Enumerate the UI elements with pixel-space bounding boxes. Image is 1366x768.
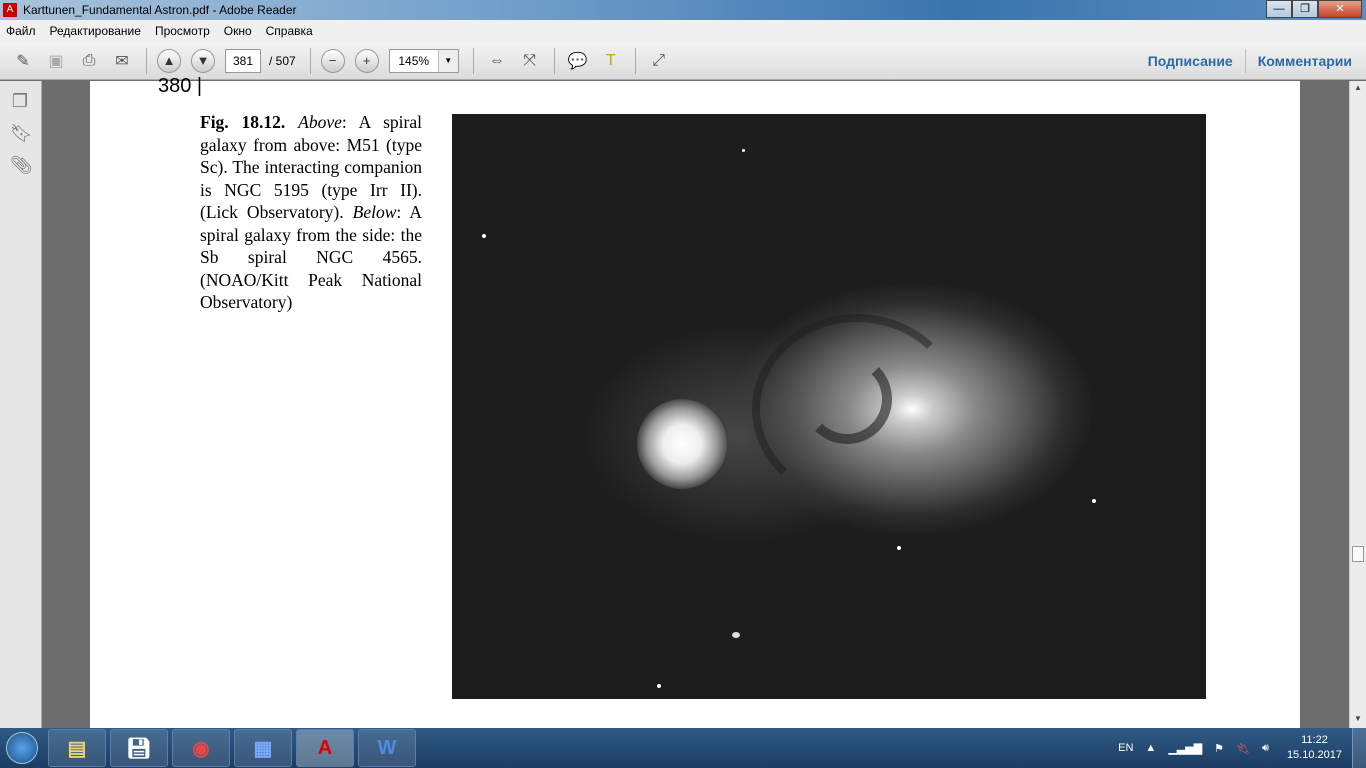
sign-tab[interactable]: Подписание xyxy=(1148,53,1233,69)
vertical-scrollbar[interactable]: ▲ ▼ xyxy=(1349,81,1366,728)
edit-pdf-icon[interactable]: ✎ xyxy=(10,48,36,74)
zoom-value: 145% xyxy=(398,53,430,68)
figure-caption: Fig. 18.12. Above: A spiral galaxy from … xyxy=(200,112,422,312)
fit-width-icon[interactable]: ⇔ xyxy=(484,48,510,74)
language-indicator[interactable]: EN xyxy=(1118,742,1133,754)
time: 11:22 xyxy=(1301,734,1328,746)
scroll-up-arrow[interactable]: ▲ xyxy=(1352,83,1364,95)
window-title: Karttunen_Fundamental Astron.pdf - Adobe… xyxy=(23,3,297,17)
menu-help[interactable]: Справка xyxy=(266,24,313,38)
comment-tab[interactable]: Комментарии xyxy=(1258,53,1352,69)
highlight-text-icon[interactable]: T xyxy=(598,48,624,74)
bookmarks-icon[interactable]: 🔖︎ xyxy=(10,123,33,145)
adobe-reader-icon: A xyxy=(3,3,17,17)
system-tray: EN ▲ ▁▃▅▇ ⚑ 🔌︎ 🔊︎ 11:22 15.10.2017 xyxy=(1106,728,1342,768)
close-button[interactable]: ✕ xyxy=(1318,0,1362,18)
save-icon[interactable]: ▣ xyxy=(43,48,69,74)
explorer-taskbar-icon[interactable]: ▤ xyxy=(48,729,106,767)
chevron-down-icon[interactable]: ▼ xyxy=(437,49,458,72)
page-total: / 507 xyxy=(269,53,296,68)
menu-window[interactable]: Окно xyxy=(224,24,252,38)
pdf-page: 380 | Fig. 18.12. Above: A spiral galaxy… xyxy=(90,75,1300,728)
divider xyxy=(146,47,147,74)
email-icon[interactable]: ✉ xyxy=(109,48,135,74)
fullscreen-icon[interactable]: ⤢ xyxy=(646,48,672,74)
scroll-down-arrow[interactable]: ▼ xyxy=(1352,714,1364,726)
menu-view[interactable]: Просмотр xyxy=(155,24,210,38)
galaxy-photo xyxy=(452,114,1206,699)
divider xyxy=(553,47,555,74)
title-bar: A Karttunen_Fundamental Astron.pdf - Ado… xyxy=(0,0,1366,20)
page-number: 380 | xyxy=(158,75,203,97)
attachments-icon[interactable]: 📎︎ xyxy=(10,155,33,177)
maximize-button[interactable]: ❐ xyxy=(1292,0,1318,18)
volume-icon[interactable]: 🔊︎ xyxy=(1262,742,1269,755)
scroll-thumb[interactable] xyxy=(1352,546,1364,562)
comment-icon[interactable]: 💬 xyxy=(565,48,591,74)
divider xyxy=(309,47,311,74)
zoom-in-button[interactable]: + xyxy=(354,48,379,73)
show-desktop-button[interactable] xyxy=(1352,728,1366,768)
divider xyxy=(472,47,474,74)
windows-logo-icon xyxy=(6,732,38,764)
minimize-button[interactable]: — xyxy=(1266,0,1292,18)
chrome-taskbar-icon[interactable]: ◉ xyxy=(172,729,230,767)
menu-edit[interactable]: Редактирование xyxy=(50,24,141,38)
zoom-select[interactable]: 145% ▼ xyxy=(388,48,459,73)
action-center-flag-icon[interactable]: ⚑ xyxy=(1214,742,1224,755)
network-icon[interactable]: ▁▃▅▇ xyxy=(1168,742,1202,755)
show-hidden-icons[interactable]: ▲ xyxy=(1145,742,1156,754)
print-icon[interactable]: ⎙ xyxy=(76,48,102,74)
save-app-taskbar-icon[interactable]: 💾︎ xyxy=(110,729,168,767)
page-number-input[interactable]: 381 xyxy=(225,48,261,73)
clock[interactable]: 11:22 15.10.2017 xyxy=(1287,733,1342,763)
divider xyxy=(634,47,636,74)
zoom-out-button[interactable]: − xyxy=(320,48,345,73)
power-icon[interactable]: 🔌︎ xyxy=(1236,742,1250,755)
previous-page-button[interactable]: ▲ xyxy=(157,48,181,73)
menu-file[interactable]: Файл xyxy=(6,24,36,38)
page-thumbnails-icon[interactable]: ❐ xyxy=(10,91,30,113)
menu-bar: Файл Редактирование Просмотр Окно Справк… xyxy=(0,20,1366,42)
navigation-panel: ❐ 🔖︎ 📎︎ xyxy=(0,81,42,728)
app-taskbar-icon[interactable]: ▦ xyxy=(234,729,292,767)
date: 15.10.2017 xyxy=(1286,749,1342,761)
adobe-reader-taskbar-icon[interactable]: A xyxy=(296,729,354,767)
fit-page-icon[interactable]: ⤧ xyxy=(517,48,543,74)
start-button[interactable] xyxy=(0,728,44,768)
next-page-button[interactable]: ▼ xyxy=(191,48,215,73)
word-taskbar-icon[interactable]: W xyxy=(358,729,416,767)
taskbar: ▤ 💾︎ ◉ ▦ A W EN ▲ ▁▃▅▇ ⚑ 🔌︎ 🔊︎ 11:22 15.1… xyxy=(0,728,1366,768)
toolbar: ✎ ▣ ⎙ ✉ ▲ ▼ 381 / 507 − + 145% ▼ ⇔ ⤧ 💬 T … xyxy=(0,42,1366,80)
